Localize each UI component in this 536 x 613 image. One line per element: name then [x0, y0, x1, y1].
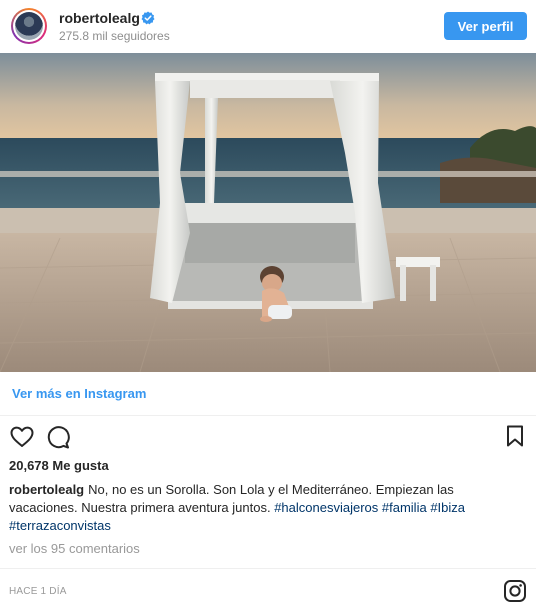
- hashtag-link[interactable]: #Ibiza: [430, 500, 465, 515]
- comment-icon[interactable]: [45, 424, 71, 450]
- avatar[interactable]: [11, 8, 47, 44]
- username-link[interactable]: robertolealg: [59, 10, 140, 26]
- heart-icon[interactable]: [9, 424, 35, 450]
- post-footer: HACE 1 DÍA: [0, 568, 536, 613]
- caption: robertolealg No, no es un Sorolla. Son Lo…: [9, 481, 524, 535]
- bookmark-icon[interactable]: [503, 424, 527, 448]
- likes-count[interactable]: 20,678 Me gusta: [9, 458, 109, 473]
- followers-count: 275.8 mil seguidores: [59, 29, 170, 43]
- hashtag-link[interactable]: #halconesviajeros: [274, 500, 378, 515]
- avatar-ring: [13, 10, 45, 42]
- post-timestamp: HACE 1 DÍA: [9, 586, 67, 597]
- view-more-row: Ver más en Instagram: [0, 372, 536, 416]
- post-header: robertolealg 275.8 mil seguidores Ver pe…: [0, 0, 536, 53]
- post-photo[interactable]: [0, 53, 536, 372]
- hashtag-link[interactable]: #terrazaconvistas: [9, 518, 111, 533]
- caption-username[interactable]: robertolealg: [9, 482, 84, 497]
- view-comments-link[interactable]: ver los 95 comentarios: [9, 541, 140, 556]
- instagram-embed: robertolealg 275.8 mil seguidores Ver pe…: [0, 0, 536, 613]
- hashtag-link[interactable]: #familia: [382, 500, 427, 515]
- avatar-photo: [15, 12, 43, 40]
- view-profile-button[interactable]: Ver perfil: [444, 12, 527, 40]
- view-more-link[interactable]: Ver más en Instagram: [12, 386, 146, 401]
- verified-badge-icon: [141, 11, 155, 25]
- instagram-logo-icon[interactable]: [503, 579, 527, 603]
